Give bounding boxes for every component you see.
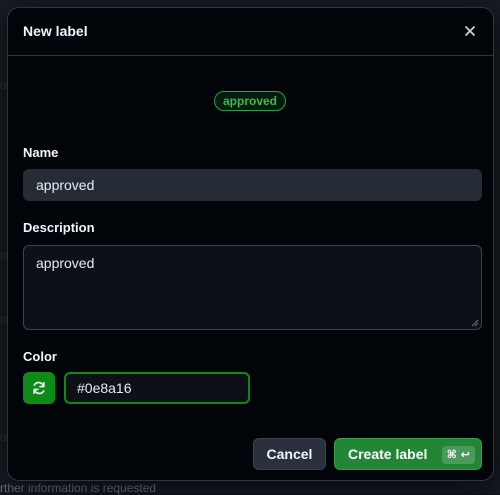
create-label-text: Create label [348,446,428,462]
name-label: Name [23,145,59,160]
dialog-header: New label [8,8,493,56]
name-input[interactable] [23,169,482,201]
dialog-title: New label [23,23,88,39]
label-preview-badge: approved [214,91,287,111]
command-key-icon: ⌘ [446,449,457,461]
sync-icon [33,381,45,395]
create-label-button[interactable]: Create label ⌘ ↩ [334,438,482,470]
cancel-button[interactable]: Cancel [253,438,326,470]
randomize-color-button[interactable] [23,372,55,404]
background-fragment: o [0,78,7,92]
new-label-dialog: New label approved Name Description appr… [7,7,494,481]
description-label: Description [23,220,95,235]
description-input[interactable]: approved [23,245,482,330]
close-button[interactable] [459,20,481,42]
x-icon [465,26,475,36]
background-fragment: o [0,312,7,326]
background-fragment: o [0,430,7,444]
resize-handle-icon[interactable] [471,319,479,327]
color-label: Color [23,349,57,364]
enter-key-icon: ↩ [460,449,470,461]
keyboard-shortcut-hint: ⌘ ↩ [441,446,475,464]
color-hex-input[interactable] [64,372,250,404]
background-text: rther information is requested [0,481,157,495]
background-fragment: o [0,248,7,262]
